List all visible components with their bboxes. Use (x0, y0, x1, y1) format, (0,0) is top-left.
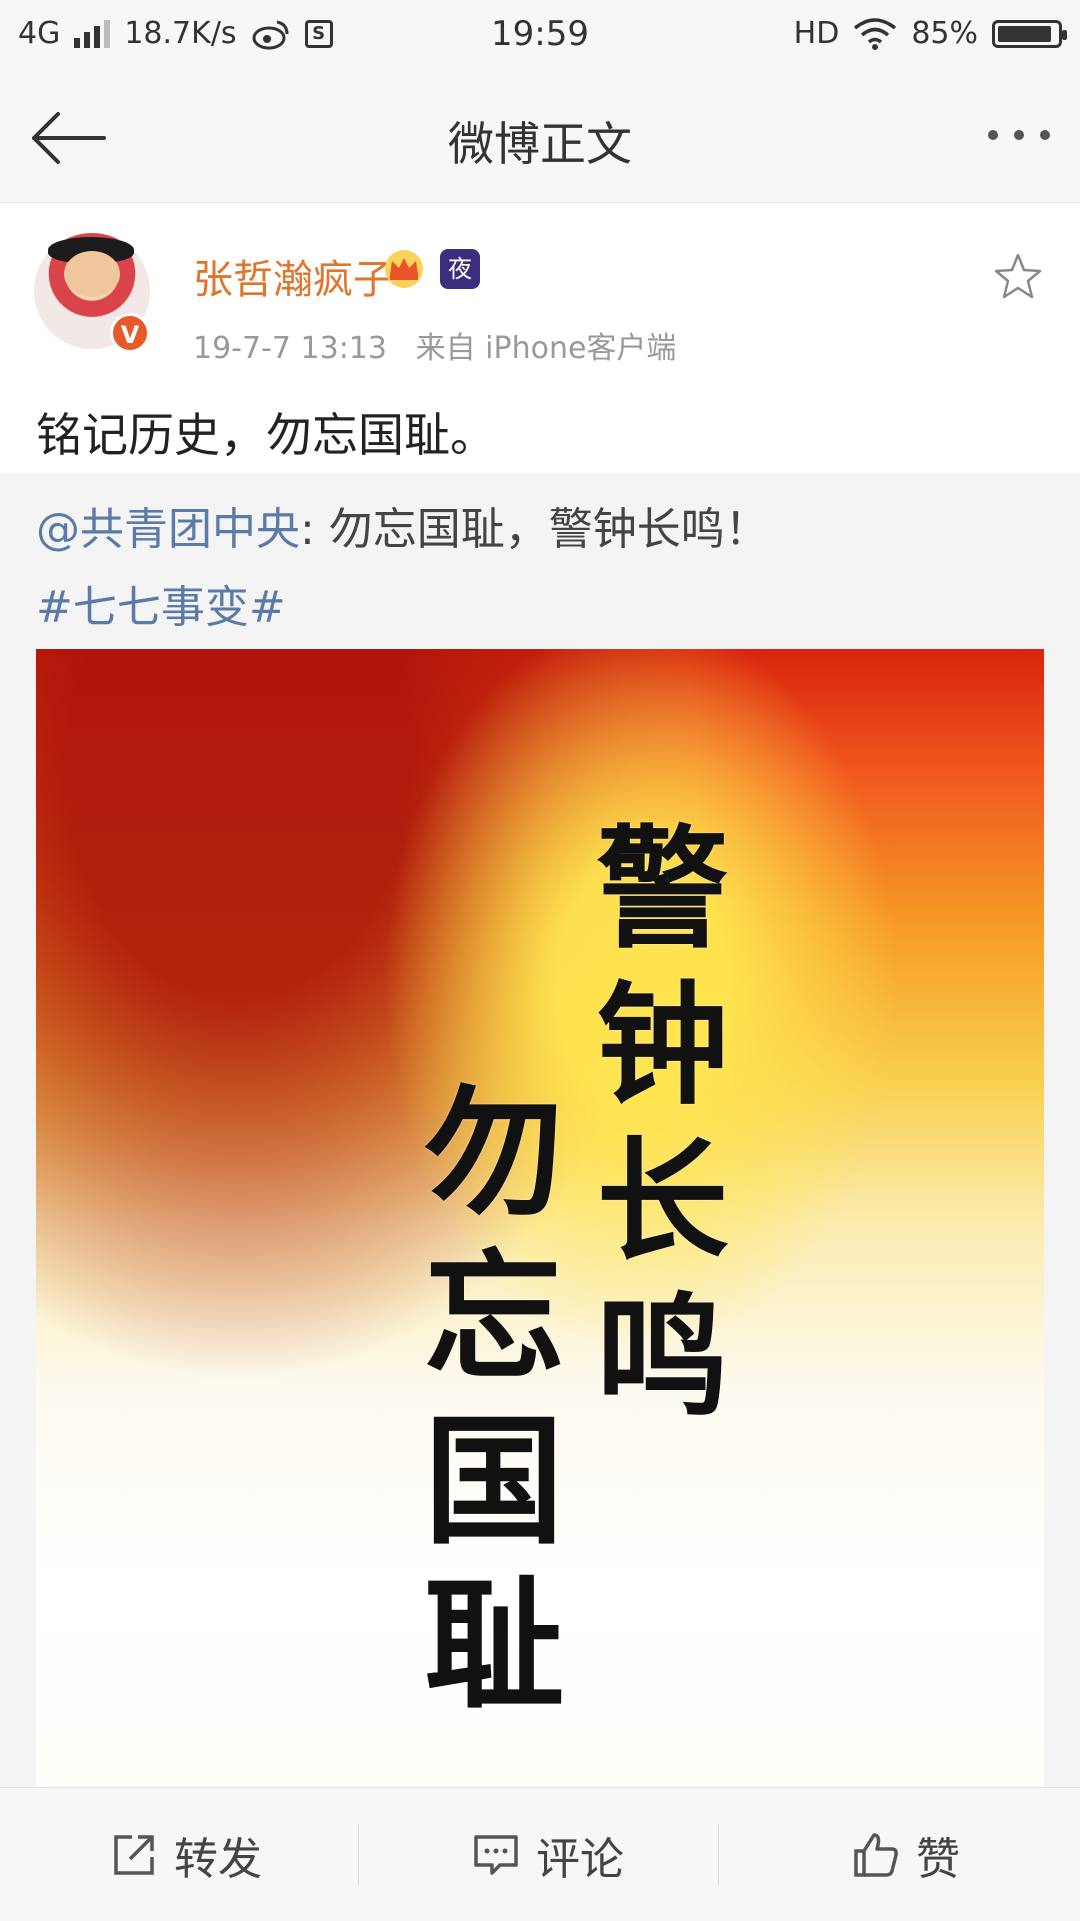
status-right: HD 85% (793, 16, 1067, 51)
wifi-icon (854, 17, 897, 50)
verified-badge: V (110, 313, 150, 353)
comment-button[interactable]: 评论 (470, 1788, 624, 1921)
timestamp: 19-7-7 13:13 (193, 331, 387, 366)
image-calligraphy-left: 勿忘国耻 (400, 1079, 564, 1735)
forward-icon (114, 1834, 154, 1875)
like-label: 赞 (916, 1833, 960, 1885)
star-icon[interactable] (992, 251, 1044, 303)
repost-card[interactable]: @共青团中央: 勿忘国耻，警钟长鸣！ #七七事变# 警钟长鸣 勿忘国耻 (0, 473, 1080, 1849)
like-button[interactable]: 赞 (850, 1788, 960, 1921)
forward-label: 转发 (174, 1833, 262, 1885)
top-nav: 微博正文 (0, 72, 1080, 203)
like-icon (854, 1832, 898, 1877)
source: 来自 iPhone客户端 (415, 331, 677, 366)
more-icon[interactable] (988, 130, 1050, 140)
repost-image[interactable]: 警钟长鸣 勿忘国耻 (36, 649, 1044, 1849)
post-text: 铭记历史，勿忘国耻。 (36, 408, 496, 462)
divider (358, 1824, 359, 1886)
bottom-action-bar: 转发 评论 赞 (0, 1787, 1080, 1921)
battery-icon (992, 19, 1067, 48)
battery-percent: 85% (911, 16, 978, 51)
night-icon[interactable]: 夜 (440, 249, 480, 289)
repost-text-line: @共青团中央: 勿忘国耻，警钟长鸣！ (36, 493, 769, 557)
divider (718, 1824, 719, 1886)
username[interactable]: 张哲瀚疯子 (193, 247, 393, 305)
crown-icon[interactable] (382, 249, 426, 289)
hashtag-link[interactable]: #七七事变# (36, 571, 286, 635)
repost-text: : 勿忘国耻，警钟长鸣！ (300, 504, 769, 555)
forward-button[interactable]: 转发 (108, 1788, 262, 1921)
image-calligraphy-right: 警钟长鸣 (574, 819, 729, 1443)
comment-icon (474, 1834, 518, 1875)
post-card: V 张哲瀚疯子 夜 19-7-7 13:13 来自 iPhone客户端 铭记历史… (0, 203, 1080, 473)
comment-label: 评论 (536, 1833, 624, 1885)
page-title: 微博正文 (448, 117, 632, 171)
post-meta: 19-7-7 13:13 来自 iPhone客户端 (193, 323, 676, 367)
status-bar: 4G 18.7K/s S 19:59 HD 85% (0, 0, 1080, 72)
hd-label: HD (793, 16, 840, 51)
mention-link[interactable]: @共青团中央 (36, 504, 300, 555)
